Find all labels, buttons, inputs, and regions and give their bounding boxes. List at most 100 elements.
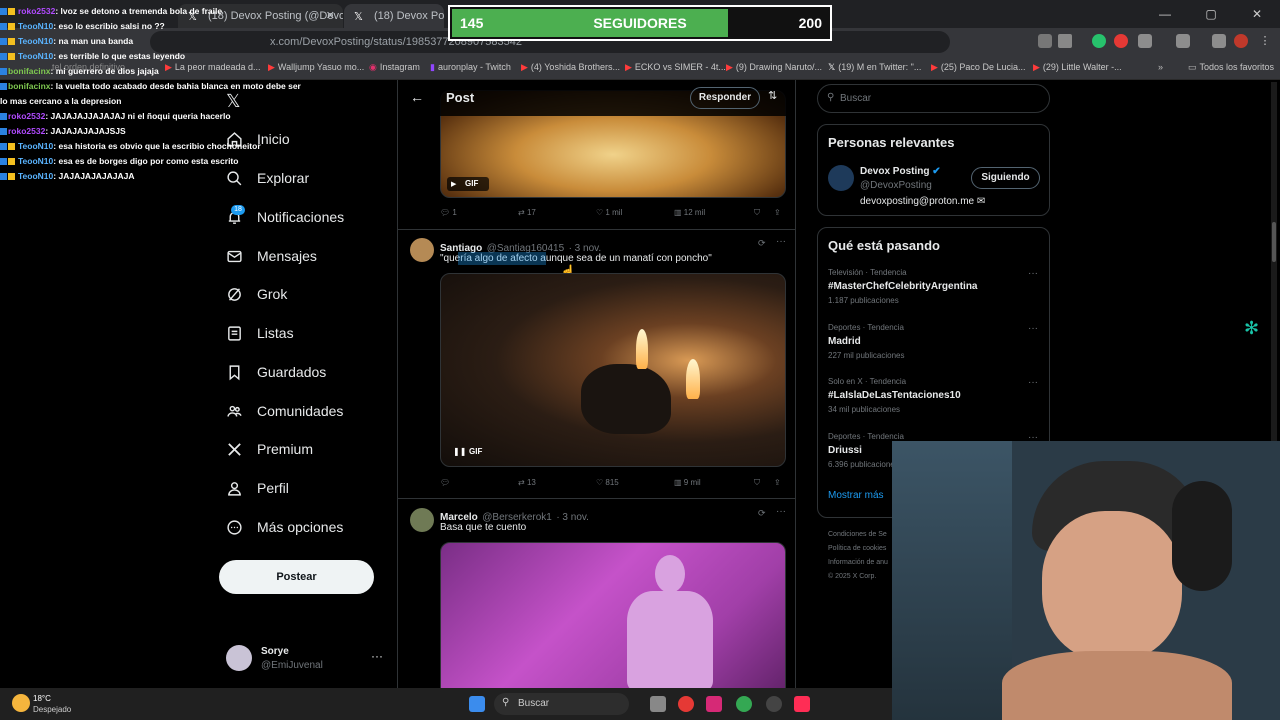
bookmark-icon[interactable]: ⛉ bbox=[754, 478, 760, 488]
task-view-icon[interactable] bbox=[650, 696, 666, 712]
badge-icon bbox=[8, 173, 15, 181]
trend-item[interactable]: Deportes · Tendencia Madrid 227 mil public… bbox=[828, 323, 1038, 360]
share-icon[interactable]: ⇪ bbox=[774, 478, 781, 487]
arm-shape bbox=[1002, 651, 1232, 720]
avatar[interactable] bbox=[1234, 34, 1248, 48]
avatar[interactable] bbox=[410, 508, 434, 532]
following-button[interactable]: Siguiendo bbox=[971, 167, 1040, 189]
taskbar-search[interactable]: ⚲ Buscar bbox=[494, 693, 629, 715]
sidebar-item-messages[interactable]: Mensajes bbox=[226, 243, 317, 269]
bookmark[interactable]: ▶ ECKO vs SIMER - 4t... bbox=[625, 62, 726, 73]
sidebar-icon[interactable] bbox=[1212, 34, 1226, 48]
weather-icon bbox=[12, 694, 30, 712]
browser-tab-active[interactable]: 𝕏(18) Devox Posting en X bbox=[344, 4, 444, 28]
retweet-action[interactable]: ⇄ 17 bbox=[518, 208, 536, 217]
window-controls: — ▢ ✕ bbox=[1130, 0, 1280, 28]
bookmark-star-icon[interactable] bbox=[1176, 34, 1190, 48]
trend-item[interactable]: Televisión · Tendencia #MasterChefCelebri… bbox=[828, 268, 1038, 305]
chevron-right-icon[interactable]: » bbox=[1158, 62, 1163, 72]
chat-message: TeooN10: esa es de borges digo por como … bbox=[0, 154, 330, 169]
grok-icon[interactable]: ⟳ bbox=[758, 508, 766, 519]
instagram-icon[interactable] bbox=[706, 696, 722, 712]
trend-item[interactable]: Solo en X · Tendencia #LaIslaDeLasTentaci… bbox=[828, 377, 1038, 414]
bookmark[interactable]: ▶ (29) Little Walter -... bbox=[1033, 62, 1122, 73]
start-icon[interactable] bbox=[469, 696, 485, 712]
badge-icon bbox=[8, 38, 15, 46]
tweet-media-image[interactable] bbox=[440, 542, 786, 688]
avatar[interactable] bbox=[410, 238, 434, 262]
scrollbar-thumb[interactable] bbox=[1272, 222, 1276, 262]
avatar[interactable] bbox=[828, 165, 854, 191]
bookmark[interactable]: ▶ (9) Drawing Naruto/... bbox=[726, 62, 822, 73]
filter-icon[interactable]: ⇅ bbox=[768, 89, 777, 102]
more-horizontal-icon[interactable]: ··· bbox=[1028, 377, 1038, 388]
bookmark[interactable]: ▶ (25) Paco De Lucia... bbox=[931, 62, 1025, 73]
share-icon[interactable]: ⇪ bbox=[774, 208, 781, 217]
relevant-people-card: Personas relevantes Devox Posting ✔ @Dev… bbox=[817, 124, 1050, 216]
bookmark-folder[interactable]: ▭ Todos los favoritos bbox=[1188, 62, 1274, 73]
views-action[interactable]: ▥ 9 mil bbox=[674, 478, 701, 487]
puzzle-icon[interactable] bbox=[1138, 34, 1152, 48]
chat-message: TeooN10: es terrible lo que estas leyend… bbox=[0, 49, 330, 64]
sidebar-item-communities[interactable]: Comunidades bbox=[226, 398, 343, 424]
bookmark[interactable]: ▮ auronplay - Twitch bbox=[430, 62, 511, 73]
weather-temp[interactable]: 18°C bbox=[33, 694, 51, 703]
account-switcher[interactable]: Sorye @EmiJuvenal ··· bbox=[226, 643, 386, 679]
youtube-icon: ▶ bbox=[1033, 62, 1040, 72]
search-input[interactable]: ⚲ Buscar bbox=[817, 84, 1050, 113]
bookmark-icon[interactable]: ⛉ bbox=[754, 208, 760, 218]
face-shape bbox=[1042, 511, 1182, 661]
tweet-text: Basa que te cuento bbox=[440, 522, 527, 533]
pause-icon[interactable]: ❚❚ bbox=[453, 447, 466, 456]
follower-count: 145 bbox=[460, 15, 484, 31]
tweet-media-gif[interactable]: ❚❚ GIF bbox=[440, 273, 786, 467]
close-window-icon[interactable]: ✕ bbox=[1234, 0, 1280, 28]
show-more-link[interactable]: Mostrar más bbox=[828, 490, 884, 501]
bookmark[interactable]: ◉ Instagram bbox=[369, 62, 420, 73]
person-handle[interactable]: @DevoxPosting bbox=[860, 180, 932, 191]
sidebar-item-bookmarks[interactable]: Guardados bbox=[226, 359, 326, 385]
obs-icon[interactable] bbox=[766, 696, 782, 712]
sidebar-item-more[interactable]: Más opciones bbox=[226, 514, 343, 540]
more-horizontal-icon[interactable]: ··· bbox=[1028, 323, 1038, 334]
sidebar-item-grok[interactable]: Grok bbox=[226, 281, 287, 307]
person-name[interactable]: Devox Posting ✔ bbox=[860, 166, 941, 177]
app-icon[interactable] bbox=[678, 696, 694, 712]
post-button[interactable]: Postear bbox=[219, 560, 374, 594]
reply-action[interactable]: 💬︎ bbox=[440, 478, 450, 487]
menu-icon[interactable]: ⋮ bbox=[1258, 34, 1272, 48]
chrome-icon[interactable] bbox=[736, 696, 752, 712]
more-horizontal-icon[interactable]: ··· bbox=[776, 236, 786, 247]
like-action[interactable]: ♡ 815 bbox=[596, 478, 619, 487]
sidebar-item-profile[interactable]: Perfil bbox=[226, 475, 289, 501]
weather-status[interactable]: Despejado bbox=[33, 705, 71, 714]
ai-assistant-icon[interactable]: ✻ bbox=[1244, 318, 1259, 339]
sidebar-item-premium[interactable]: Premium bbox=[226, 436, 313, 462]
reply-button[interactable]: Responder bbox=[690, 87, 760, 109]
reply-action[interactable]: 💬︎ 1 bbox=[440, 208, 457, 217]
bookmark[interactable]: ▶ (4) Yoshida Brothers... bbox=[521, 62, 620, 73]
play-icon: ▶ bbox=[451, 181, 457, 188]
badge-icon bbox=[0, 158, 7, 166]
maximize-icon[interactable]: ▢ bbox=[1188, 0, 1234, 28]
bookmark[interactable]: 𝕏 (19) M en Twitter: "... bbox=[828, 62, 921, 73]
views-action[interactable]: ▥ 12 mil bbox=[674, 208, 705, 217]
grok-icon[interactable]: ⟳ bbox=[758, 238, 766, 249]
more-horizontal-icon[interactable]: ··· bbox=[1028, 268, 1038, 279]
extension-icon[interactable] bbox=[1114, 34, 1128, 48]
extension-icon[interactable] bbox=[1092, 34, 1106, 48]
badge-icon bbox=[8, 23, 15, 31]
more-horizontal-icon[interactable]: ··· bbox=[776, 506, 786, 517]
badge-icon bbox=[0, 38, 7, 46]
minimize-icon[interactable]: — bbox=[1142, 0, 1188, 28]
like-action[interactable]: ♡ 1 mil bbox=[596, 208, 622, 217]
cast-icon[interactable] bbox=[1038, 34, 1052, 48]
badge-icon bbox=[0, 68, 7, 76]
sidebar-item-lists[interactable]: Listas bbox=[226, 320, 294, 346]
tweet-actions: 💬︎ ⇄ 13 ♡ 815 ▥ 9 mil ⛉ ⇪ bbox=[440, 476, 786, 490]
retweet-action[interactable]: ⇄ 13 bbox=[518, 478, 536, 487]
tiktok-icon[interactable] bbox=[794, 696, 810, 712]
more-horizontal-icon[interactable]: ··· bbox=[371, 649, 383, 663]
star-icon[interactable] bbox=[1058, 34, 1072, 48]
back-arrow-icon[interactable]: ← bbox=[410, 89, 424, 105]
